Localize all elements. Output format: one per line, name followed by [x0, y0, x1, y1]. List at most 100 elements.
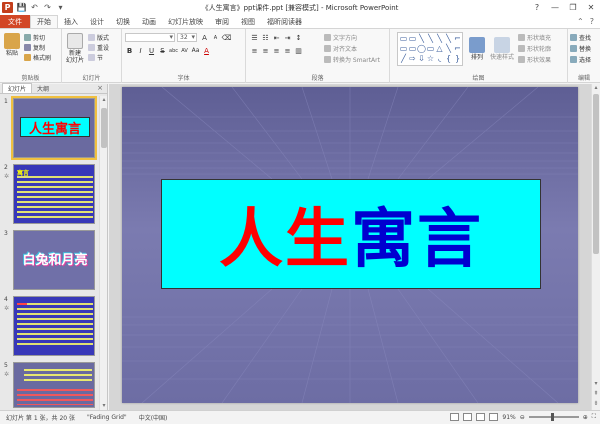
scroll-up-icon[interactable]: ▴ [592, 84, 600, 92]
zoom-level[interactable]: 91% [502, 414, 515, 421]
shape-line-icon[interactable]: ╲ [417, 34, 426, 44]
scroll-down-icon[interactable]: ▾ [100, 402, 108, 410]
align-center-icon[interactable]: ≡ [261, 46, 270, 55]
select-button[interactable]: 选择 [570, 55, 591, 64]
shape-textbox-icon[interactable]: ▭ [408, 34, 417, 44]
shape-line-icon[interactable]: ╲ [444, 34, 453, 44]
layout-button[interactable]: 版式 [88, 33, 109, 42]
replace-button[interactable]: 替换 [570, 44, 591, 53]
customize-qat-icon[interactable]: ▾ [55, 2, 66, 13]
font-size-combo[interactable]: 32 [177, 33, 197, 42]
previous-slide-icon[interactable]: ⇞ [592, 390, 600, 398]
tab-file[interactable]: 文件 [0, 15, 30, 28]
char-spacing-button[interactable]: AV [180, 46, 189, 55]
shape-outline-button[interactable]: 形状轮廓 [518, 44, 551, 53]
format-painter-button[interactable]: 格式刷 [24, 53, 51, 62]
shape-line-icon[interactable]: ╲ [426, 34, 435, 44]
reading-view-icon[interactable] [476, 413, 486, 421]
copy-button[interactable]: 复制 [24, 43, 45, 52]
minimize-button[interactable]: — [546, 0, 564, 15]
panel-scrollbar[interactable]: ▴ ▾ [99, 96, 107, 410]
shape-rect-icon[interactable]: ▭ [399, 34, 408, 44]
align-left-icon[interactable]: ≡ [250, 46, 259, 55]
slide-title-box[interactable]: 人生 寓言 [161, 179, 541, 289]
tab-outline[interactable]: 大纲 [32, 83, 54, 93]
powerpoint-logo-icon[interactable]: P [2, 2, 13, 13]
font-color-button[interactable]: A [202, 46, 211, 55]
align-right-icon[interactable]: ≡ [272, 46, 281, 55]
tab-slides[interactable]: 幻灯片 [2, 83, 33, 93]
shape-line-icon[interactable]: ╲ [444, 44, 453, 54]
shape-rect-icon[interactable]: ▭ [426, 44, 435, 54]
slide-thumbnail[interactable]: 人生寓言 [11, 96, 97, 160]
shape-fill-button[interactable]: 形状填充 [518, 33, 551, 42]
redo-icon[interactable]: ↷ [42, 2, 53, 13]
numbering-icon[interactable]: ☷ [261, 33, 270, 42]
font-name-combo[interactable] [125, 33, 175, 42]
tab-review[interactable]: 审阅 [209, 15, 235, 28]
shape-triangle-icon[interactable]: △ [435, 44, 444, 54]
tab-foxit[interactable]: 福昕阅读器 [261, 15, 308, 28]
slide-thumbnail[interactable] [13, 362, 95, 408]
slideshow-view-icon[interactable] [489, 413, 499, 421]
zoom-slider[interactable] [528, 413, 579, 421]
shape-down-arrow-icon[interactable]: ⇩ [417, 54, 426, 64]
slide-thumbnail[interactable] [13, 296, 95, 356]
scroll-up-icon[interactable]: ▴ [100, 96, 108, 104]
new-slide-button[interactable]: 新建 幻灯片 [64, 33, 86, 64]
shape-effects-button[interactable]: 形状效果 [518, 55, 551, 64]
reset-button[interactable]: 重设 [88, 43, 109, 52]
tab-view[interactable]: 视图 [235, 15, 261, 28]
shape-arc-icon[interactable]: ◟ [435, 54, 444, 64]
smartart-button[interactable]: 转换为 SmartArt [324, 55, 380, 64]
scroll-thumb[interactable] [593, 94, 599, 254]
next-slide-icon[interactable]: ⇟ [592, 400, 600, 408]
tab-design[interactable]: 设计 [84, 15, 110, 28]
shapes-gallery[interactable]: ▭ ▭ ╲ ╲ ╲ ╲ ⌐ ▭ ▭ ◯ ▭ △ ╲ ⌐ ╱ ⇨ ⇩ ☆ ◟ { [397, 32, 463, 66]
tab-slideshow[interactable]: 幻灯片放映 [162, 15, 209, 28]
bullets-icon[interactable]: ☰ [250, 33, 259, 42]
quick-styles-button[interactable]: 快速样式 [488, 37, 516, 61]
slide-thumbnail[interactable]: 寓言 [13, 164, 95, 224]
help-icon[interactable]: ? [590, 17, 594, 26]
decrease-indent-icon[interactable]: ⇤ [272, 33, 281, 42]
shape-oval-icon[interactable]: ◯ [417, 44, 426, 54]
line-spacing-icon[interactable]: ↕ [294, 33, 303, 42]
text-direction-button[interactable]: 文字方向 [324, 33, 357, 42]
shape-rect-icon[interactable]: ▭ [399, 44, 408, 54]
grow-font-button[interactable]: A [200, 33, 209, 42]
language-status[interactable]: 中文(中国) [139, 413, 168, 422]
clear-format-button[interactable]: ⌫ [222, 33, 232, 42]
arrange-button[interactable]: 排列 [468, 37, 486, 61]
help-button[interactable]: ? [528, 0, 546, 15]
collapse-ribbon-icon[interactable]: ⌃ [577, 17, 584, 26]
zoom-in-icon[interactable]: ⊕ [583, 414, 588, 421]
paste-button[interactable]: 粘贴 [3, 33, 21, 57]
increase-indent-icon[interactable]: ⇥ [283, 33, 292, 42]
find-button[interactable]: 查找 [570, 33, 591, 42]
tab-animations[interactable]: 动画 [136, 15, 162, 28]
shape-right-arrow-icon[interactable]: ⇨ [408, 54, 417, 64]
bold-button[interactable]: B [125, 46, 134, 55]
normal-view-icon[interactable] [450, 413, 460, 421]
close-button[interactable]: ✕ [582, 0, 600, 15]
zoom-out-icon[interactable]: ⊖ [520, 414, 525, 421]
scroll-down-icon[interactable]: ▾ [592, 380, 600, 388]
italic-button[interactable]: I [136, 46, 145, 55]
shrink-font-button[interactable]: A [211, 33, 220, 42]
editor-scrollbar[interactable]: ▴ ▾ ⇞ ⇟ [591, 84, 600, 410]
change-case-button[interactable]: Aa [191, 46, 200, 55]
columns-icon[interactable]: ▥ [294, 46, 303, 55]
tab-transitions[interactable]: 切换 [110, 15, 136, 28]
shape-connector-icon[interactable]: ⌐ [453, 44, 462, 54]
shadow-button[interactable]: abc [169, 46, 178, 55]
tab-insert[interactable]: 插入 [58, 15, 84, 28]
shape-line-icon[interactable]: ╲ [435, 34, 444, 44]
shape-line-icon[interactable]: ╱ [399, 54, 408, 64]
zoom-slider-knob[interactable] [550, 413, 554, 421]
strike-button[interactable]: S [158, 46, 167, 55]
justify-icon[interactable]: ≡ [283, 46, 292, 55]
tab-home[interactable]: 开始 [30, 15, 58, 28]
slide-sorter-view-icon[interactable] [463, 413, 473, 421]
slide-thumbnail[interactable]: 白兔和月亮 [13, 230, 95, 290]
